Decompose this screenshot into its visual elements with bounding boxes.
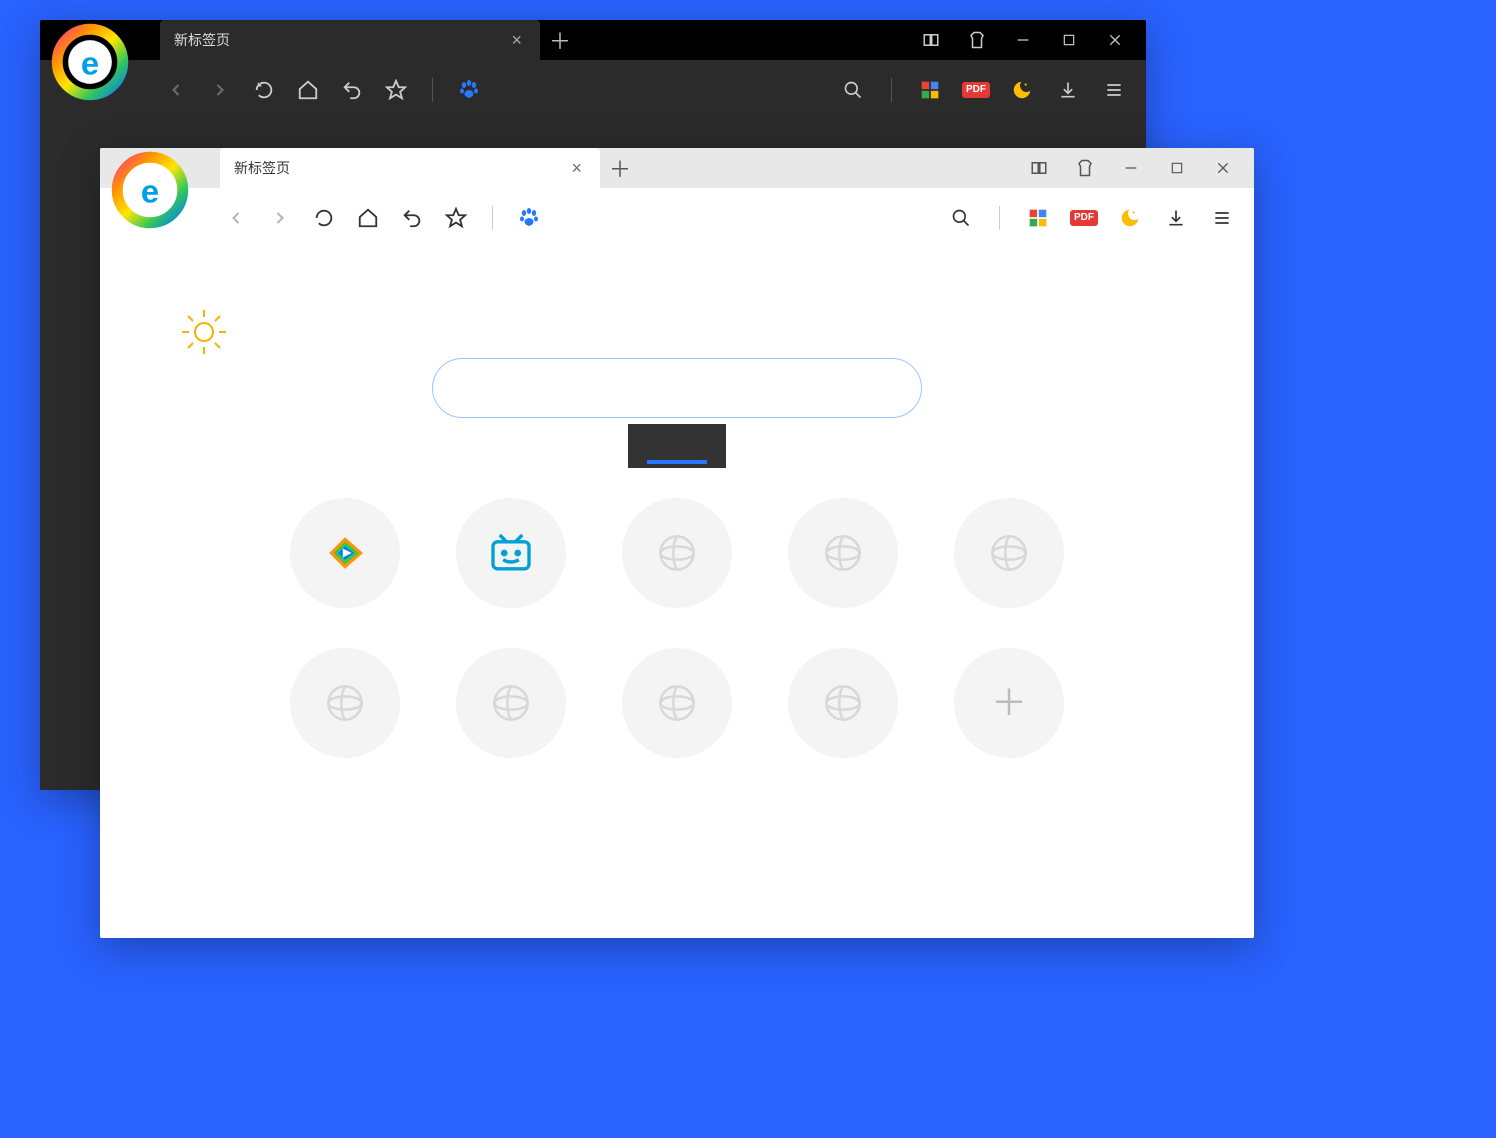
divider — [432, 78, 433, 102]
sidebar-toggle-icon[interactable] — [920, 29, 942, 51]
plus-icon: ＋ — [991, 685, 1027, 721]
tab-title: 新标签页 — [234, 158, 290, 178]
apps-grid-icon[interactable] — [1022, 202, 1054, 234]
toolbar: e — [100, 188, 1254, 248]
new-tab-button[interactable]: ＋ — [600, 148, 640, 188]
minimize-icon[interactable] — [1012, 29, 1034, 51]
search-input[interactable] — [432, 358, 922, 418]
browser-window-light: 新标签页 × ＋ — [100, 148, 1254, 938]
nav-buttons — [160, 74, 485, 106]
close-window-icon[interactable] — [1104, 29, 1126, 51]
divider — [999, 206, 1000, 230]
forward-icon[interactable] — [204, 74, 236, 106]
browser-logo: e — [50, 22, 130, 102]
sun-icon[interactable] — [180, 308, 228, 356]
svg-text:e: e — [141, 172, 159, 209]
divider — [492, 206, 493, 230]
dial-empty[interactable] — [954, 498, 1064, 608]
forward-icon[interactable] — [264, 202, 296, 234]
dial-empty[interactable] — [622, 498, 732, 608]
maximize-icon[interactable] — [1166, 157, 1188, 179]
maximize-icon[interactable] — [1058, 29, 1080, 51]
back-icon[interactable] — [160, 74, 192, 106]
tab-newtab[interactable]: 新标签页 × — [220, 148, 600, 188]
dial-empty[interactable] — [788, 648, 898, 758]
home-icon[interactable] — [352, 202, 384, 234]
close-icon[interactable]: × — [567, 159, 586, 177]
dial-bilibili[interactable] — [456, 498, 566, 608]
search-icon[interactable] — [837, 74, 869, 106]
tab-newtab[interactable]: 新标签页 × — [160, 20, 540, 60]
tab-title: 新标签页 — [174, 30, 230, 50]
star-icon[interactable] — [440, 202, 472, 234]
moon-icon[interactable] — [1114, 202, 1146, 234]
minimize-icon[interactable] — [1120, 157, 1142, 179]
speed-dial-grid: ＋ — [287, 498, 1067, 758]
dial-add[interactable]: ＋ — [954, 648, 1064, 758]
search-icon[interactable] — [945, 202, 977, 234]
tabstrip: 新标签页 × ＋ — [100, 148, 1008, 188]
apps-grid-icon[interactable] — [914, 74, 946, 106]
toolbar-right: PDF — [837, 74, 1146, 106]
dial-empty[interactable] — [456, 648, 566, 758]
nav-buttons — [220, 202, 545, 234]
download-icon[interactable] — [1160, 202, 1192, 234]
window-controls — [1008, 157, 1254, 179]
star-icon[interactable] — [380, 74, 412, 106]
pdf-badge[interactable]: PDF — [960, 74, 992, 106]
baidu-logo[interactable] — [628, 424, 726, 468]
window-controls — [900, 29, 1146, 51]
menu-icon[interactable] — [1206, 202, 1238, 234]
dial-tencent-video[interactable] — [290, 498, 400, 608]
pdf-badge[interactable]: PDF — [1068, 202, 1100, 234]
dial-empty[interactable] — [622, 648, 732, 758]
moon-icon[interactable] — [1006, 74, 1038, 106]
svg-text:e: e — [81, 44, 99, 81]
dial-empty[interactable] — [290, 648, 400, 758]
baidu-paw-icon[interactable] — [453, 74, 485, 106]
titlebar: 新标签页 × ＋ — [40, 20, 1146, 60]
home-icon[interactable] — [292, 74, 324, 106]
new-tab-button[interactable]: ＋ — [540, 20, 580, 60]
undo-icon[interactable] — [396, 202, 428, 234]
toolbar-right: PDF — [945, 202, 1254, 234]
close-window-icon[interactable] — [1212, 157, 1234, 179]
toolbar: e — [40, 60, 1146, 120]
newtab-content: ＋ — [100, 248, 1254, 938]
divider — [891, 78, 892, 102]
back-icon[interactable] — [220, 202, 252, 234]
sidebar-toggle-icon[interactable] — [1028, 157, 1050, 179]
menu-icon[interactable] — [1098, 74, 1130, 106]
close-icon[interactable]: × — [507, 31, 526, 49]
reload-icon[interactable] — [248, 74, 280, 106]
browser-logo: e — [110, 150, 190, 230]
tabstrip: 新标签页 × ＋ — [40, 20, 900, 60]
titlebar: 新标签页 × ＋ — [100, 148, 1254, 188]
skin-icon[interactable] — [1074, 157, 1096, 179]
undo-icon[interactable] — [336, 74, 368, 106]
baidu-paw-icon[interactable] — [513, 202, 545, 234]
reload-icon[interactable] — [308, 202, 340, 234]
skin-icon[interactable] — [966, 29, 988, 51]
dial-empty[interactable] — [788, 498, 898, 608]
download-icon[interactable] — [1052, 74, 1084, 106]
